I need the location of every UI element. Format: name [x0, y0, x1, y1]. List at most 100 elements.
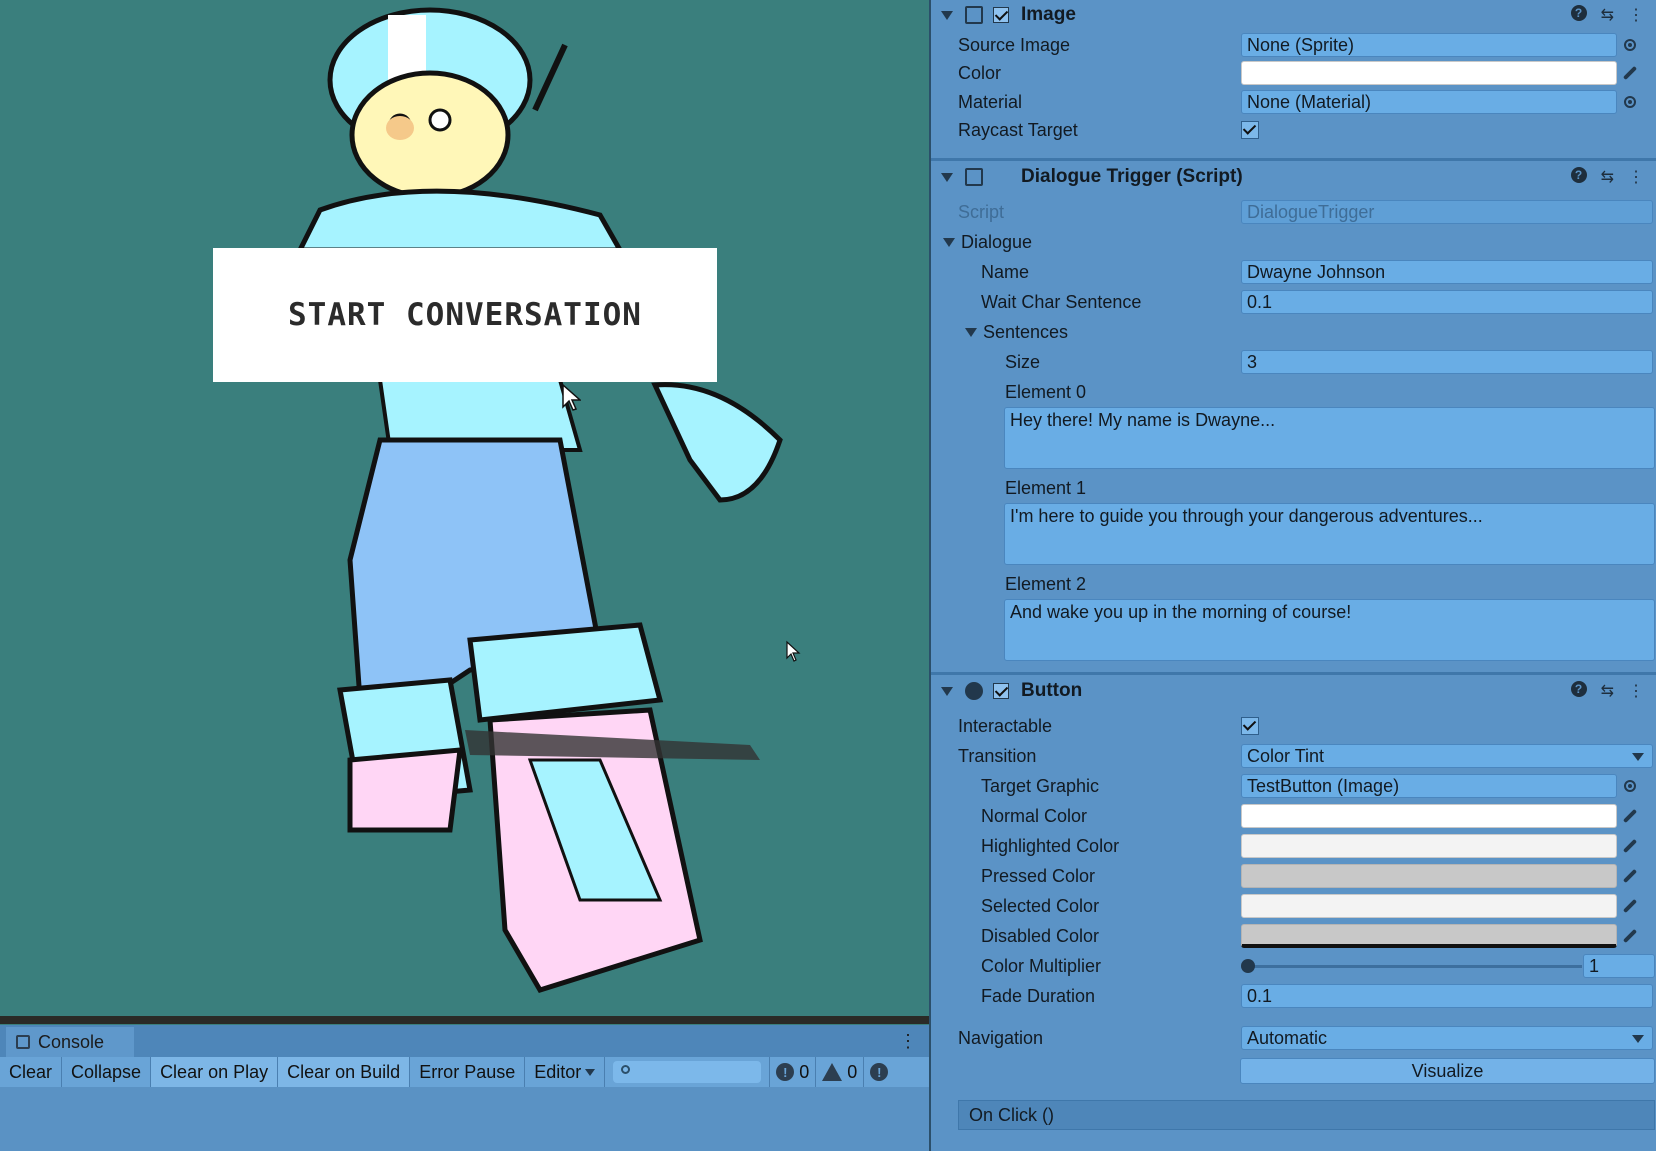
element-2-textarea[interactable]: And wake you up in the morning of course… [1004, 599, 1655, 661]
object-picker-icon[interactable] [1619, 34, 1641, 56]
element-1-textarea[interactable]: I'm here to guide you through your dange… [1004, 503, 1655, 565]
dialogue-foldout-row[interactable]: Dialogue [931, 228, 1656, 256]
menu-icon[interactable]: ⋮ [1628, 5, 1644, 25]
navigation-label: Navigation [958, 1028, 1044, 1048]
target-graphic-row: Target Graphic TestButton (Image) [931, 772, 1656, 800]
console-panel: Console ⋮ Clear Collapse Clear on Play C… [0, 1025, 929, 1151]
material-row: Material None (Material) [931, 88, 1656, 116]
source-image-field[interactable]: None (Sprite) [1241, 33, 1617, 57]
pressed-color-swatch[interactable] [1241, 864, 1617, 888]
fade-duration-label: Fade Duration [981, 986, 1096, 1006]
sentences-foldout-row[interactable]: Sentences [931, 318, 1656, 346]
secondary-cursor-icon [786, 640, 801, 662]
color-label: Color [958, 63, 1002, 83]
warning-icon [822, 1063, 843, 1081]
start-conversation-button[interactable]: START CONVERSATION [213, 248, 717, 382]
console-menu-icon[interactable]: ⋮ [899, 1031, 917, 1052]
name-row: Name Dwayne Johnson [931, 258, 1656, 286]
transition-label: Transition [958, 746, 1037, 766]
fade-duration-row: Fade Duration 0.1 [931, 982, 1656, 1010]
element-0-textarea[interactable]: Hey there! My name is Dwayne... [1004, 407, 1655, 469]
warning-filter-toggle[interactable]: 0 [815, 1057, 863, 1087]
material-field[interactable]: None (Material) [1241, 90, 1617, 114]
image-enabled-checkbox[interactable] [993, 7, 1009, 23]
object-picker-icon[interactable] [1619, 91, 1641, 113]
preset-icon[interactable]: ⇆ [1601, 167, 1614, 187]
preset-icon[interactable]: ⇆ [1601, 5, 1614, 25]
foldout-arrow-icon[interactable] [941, 686, 953, 696]
transition-dropdown[interactable]: Color Tint [1241, 744, 1653, 768]
collapse-button[interactable]: Collapse [62, 1057, 152, 1087]
preset-icon[interactable]: ⇆ [1601, 681, 1614, 701]
image-component-header[interactable]: Image ? ⇆ ⋮ [931, 0, 1656, 31]
slider-handle[interactable] [1241, 959, 1255, 973]
selected-color-row: Selected Color [931, 892, 1656, 920]
button-component-header[interactable]: Button ? ⇆ ⋮ [931, 674, 1656, 707]
error-pause-button[interactable]: Error Pause [410, 1057, 526, 1087]
selected-color-swatch[interactable] [1241, 894, 1617, 918]
highlighted-color-label: Highlighted Color [981, 836, 1120, 856]
console-search-input[interactable] [613, 1061, 762, 1083]
size-field[interactable]: 3 [1241, 350, 1653, 374]
size-row: Size 3 [931, 348, 1656, 376]
console-tab-label: Console [38, 1031, 105, 1052]
wait-char-row: Wait Char Sentence 0.1 [931, 288, 1656, 316]
menu-icon[interactable]: ⋮ [1628, 681, 1644, 701]
game-view[interactable]: START CONVERSATION [0, 0, 931, 1025]
button-component-title: Button [1021, 680, 1083, 701]
info-filter-toggle[interactable]: ! 0 [769, 1057, 815, 1087]
normal-color-swatch[interactable] [1241, 804, 1617, 828]
clear-on-play-button[interactable]: Clear on Play [151, 1057, 279, 1087]
transition-row: Transition Color Tint [931, 742, 1656, 770]
help-icon[interactable]: ? [1570, 167, 1587, 183]
target-graphic-field[interactable]: TestButton (Image) [1241, 774, 1617, 798]
foldout-arrow-icon[interactable] [943, 238, 955, 247]
start-conversation-label: START CONVERSATION [288, 297, 642, 333]
eyedropper-icon[interactable] [1619, 895, 1641, 917]
eyedropper-icon[interactable] [1619, 865, 1641, 887]
name-label: Name [981, 262, 1030, 282]
button-enabled-checkbox[interactable] [993, 683, 1009, 699]
on-click-event-header[interactable]: On Click () [958, 1100, 1655, 1130]
console-toolbar: Clear Collapse Clear on Play Clear on Bu… [0, 1057, 929, 1087]
editor-dropdown[interactable]: Editor [525, 1057, 606, 1087]
console-tab[interactable]: Console [6, 1027, 134, 1057]
script-row: Script DialogueTrigger [931, 198, 1656, 226]
eyedropper-icon[interactable] [1619, 62, 1641, 84]
color-multiplier-slider[interactable] [1247, 965, 1582, 968]
eyedropper-icon[interactable] [1619, 925, 1641, 947]
character-illustration [295, 7, 783, 993]
eyedropper-icon[interactable] [1619, 805, 1641, 827]
scene-divider [0, 1016, 929, 1024]
wait-char-field[interactable]: 0.1 [1241, 290, 1653, 314]
navigation-row: Navigation Automatic [931, 1024, 1656, 1052]
help-icon[interactable]: ? [1570, 5, 1587, 21]
raycast-target-checkbox[interactable] [1241, 121, 1259, 139]
disabled-color-swatch[interactable] [1241, 924, 1617, 948]
visualize-button[interactable]: Visualize [1240, 1058, 1655, 1084]
fade-duration-field[interactable]: 0.1 [1241, 984, 1653, 1008]
eyedropper-icon[interactable] [1619, 835, 1641, 857]
error-filter-toggle[interactable]: ! [863, 1057, 899, 1087]
clear-button[interactable]: Clear [0, 1057, 63, 1087]
element-label: Element 2 [1005, 574, 1087, 594]
interactable-checkbox[interactable] [1241, 717, 1259, 735]
inspector-panel: Image ? ⇆ ⋮ Source Image None (Sprite) C… [931, 0, 1656, 1151]
foldout-arrow-icon[interactable] [941, 10, 953, 20]
object-picker-icon[interactable] [1619, 775, 1641, 797]
color-swatch[interactable] [1241, 61, 1617, 85]
dialogue-trigger-header[interactable]: Dialogue Trigger (Script) ? ⇆ ⋮ [931, 160, 1656, 193]
name-field[interactable]: Dwayne Johnson [1241, 260, 1653, 284]
help-icon[interactable]: ? [1570, 681, 1587, 697]
navigation-dropdown[interactable]: Automatic [1241, 1026, 1653, 1050]
console-log-area[interactable] [0, 1087, 929, 1151]
color-row: Color [931, 59, 1656, 87]
highlighted-color-swatch[interactable] [1241, 834, 1617, 858]
clear-on-build-button[interactable]: Clear on Build [278, 1057, 411, 1087]
script-label: Script [958, 202, 1005, 222]
menu-icon[interactable]: ⋮ [1628, 167, 1644, 187]
foldout-arrow-icon[interactable] [965, 328, 977, 337]
foldout-arrow-icon[interactable] [941, 172, 953, 182]
color-multiplier-field[interactable]: 1 [1583, 954, 1655, 978]
editor-dropdown-label: Editor [534, 1061, 582, 1082]
